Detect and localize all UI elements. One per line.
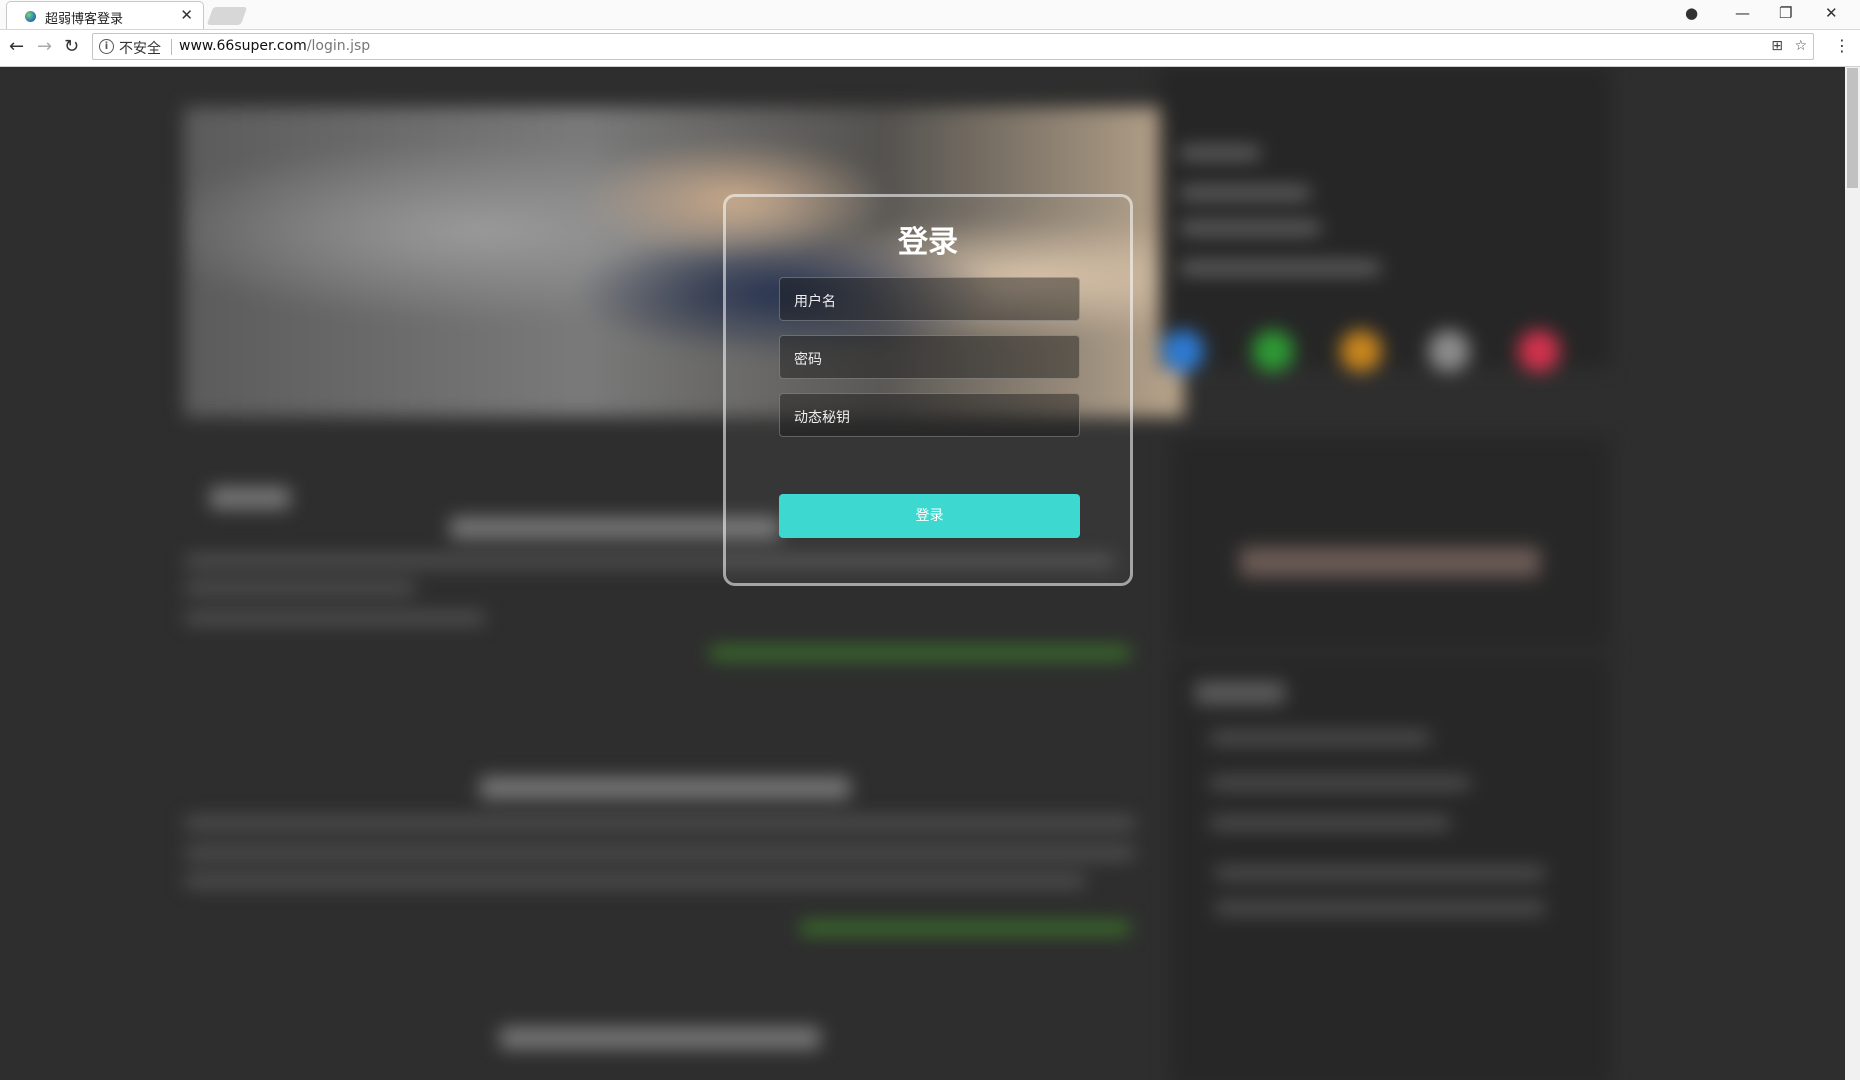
new-tab-button[interactable] [206, 7, 248, 25]
login-title: 登录 [898, 225, 958, 260]
post-excerpt [185, 817, 1135, 829]
info-icon[interactable]: i [99, 39, 114, 54]
social-dot [1518, 330, 1560, 372]
social-dot [1340, 330, 1382, 372]
page-scrollbar[interactable] [1845, 67, 1860, 1080]
profile-panel [1160, 67, 1610, 367]
side-line [1180, 222, 1320, 234]
close-window-button[interactable]: ✕ [1825, 4, 1838, 22]
password-input[interactable]: 密码 [779, 335, 1080, 379]
sidebar-line [1210, 817, 1450, 829]
post-excerpt [185, 847, 1135, 859]
scrollbar-thumb[interactable] [1847, 68, 1858, 188]
search-card [1172, 437, 1610, 647]
sidebar-line [1215, 867, 1545, 879]
favicon-icon [25, 11, 36, 22]
username-input[interactable]: 用户名 [779, 277, 1080, 321]
login-button[interactable]: 登录 [779, 494, 1080, 538]
sidebar-line [1210, 732, 1430, 744]
post-excerpt [185, 582, 415, 594]
post-title [480, 777, 850, 799]
translate-icon[interactable]: ⊞ [1771, 38, 1783, 54]
sidebar-line [1215, 902, 1545, 914]
section-title [210, 487, 290, 509]
social-dot [1252, 330, 1294, 372]
sidebar-line [1210, 777, 1470, 789]
tab-close-icon[interactable]: ✕ [180, 6, 193, 24]
post-excerpt [185, 612, 485, 624]
post-excerpt [185, 875, 1085, 887]
social-dot [1162, 330, 1204, 372]
login-form: 登录 用户名 密码 动态秘钥 登录 [723, 194, 1133, 586]
post-meta [800, 922, 1130, 934]
address-bar[interactable]: i 不安全 www.66super.com/login.jsp ⊞ ☆ [92, 33, 1814, 60]
divider [171, 39, 172, 55]
side-line [1180, 187, 1310, 199]
dynamic-key-input[interactable]: 动态秘钥 [779, 393, 1080, 437]
browser-toolbar: ← → ↻ i 不安全 www.66super.com/login.jsp ⊞ … [0, 30, 1860, 67]
tab-title: 超弱博客登录 [45, 12, 124, 27]
browser-tab[interactable]: 超弱博客登录 ✕ [6, 1, 204, 29]
star-icon[interactable]: ☆ [1794, 38, 1807, 54]
minimize-button[interactable]: — [1735, 4, 1750, 22]
side-line [1180, 147, 1260, 159]
restore-button[interactable]: ❐ [1779, 4, 1792, 22]
back-icon[interactable]: ← [9, 36, 24, 57]
search-box [1240, 547, 1540, 577]
reload-icon[interactable]: ↻ [64, 36, 79, 57]
account-icon[interactable]: ● [1685, 4, 1698, 22]
side-line [1180, 262, 1380, 274]
post-title [500, 1027, 820, 1049]
url-text[interactable]: www.66super.com/login.jsp [179, 38, 370, 54]
post-meta [710, 647, 1130, 659]
menu-icon[interactable]: ⋮ [1834, 36, 1850, 55]
security-label[interactable]: 不安全 [119, 38, 161, 58]
tab-strip: 超弱博客登录 ✕ ● — ❐ ✕ [0, 0, 1860, 30]
sidebar-heading [1195, 682, 1285, 704]
forward-icon[interactable]: → [37, 36, 52, 57]
social-dot [1428, 330, 1470, 372]
